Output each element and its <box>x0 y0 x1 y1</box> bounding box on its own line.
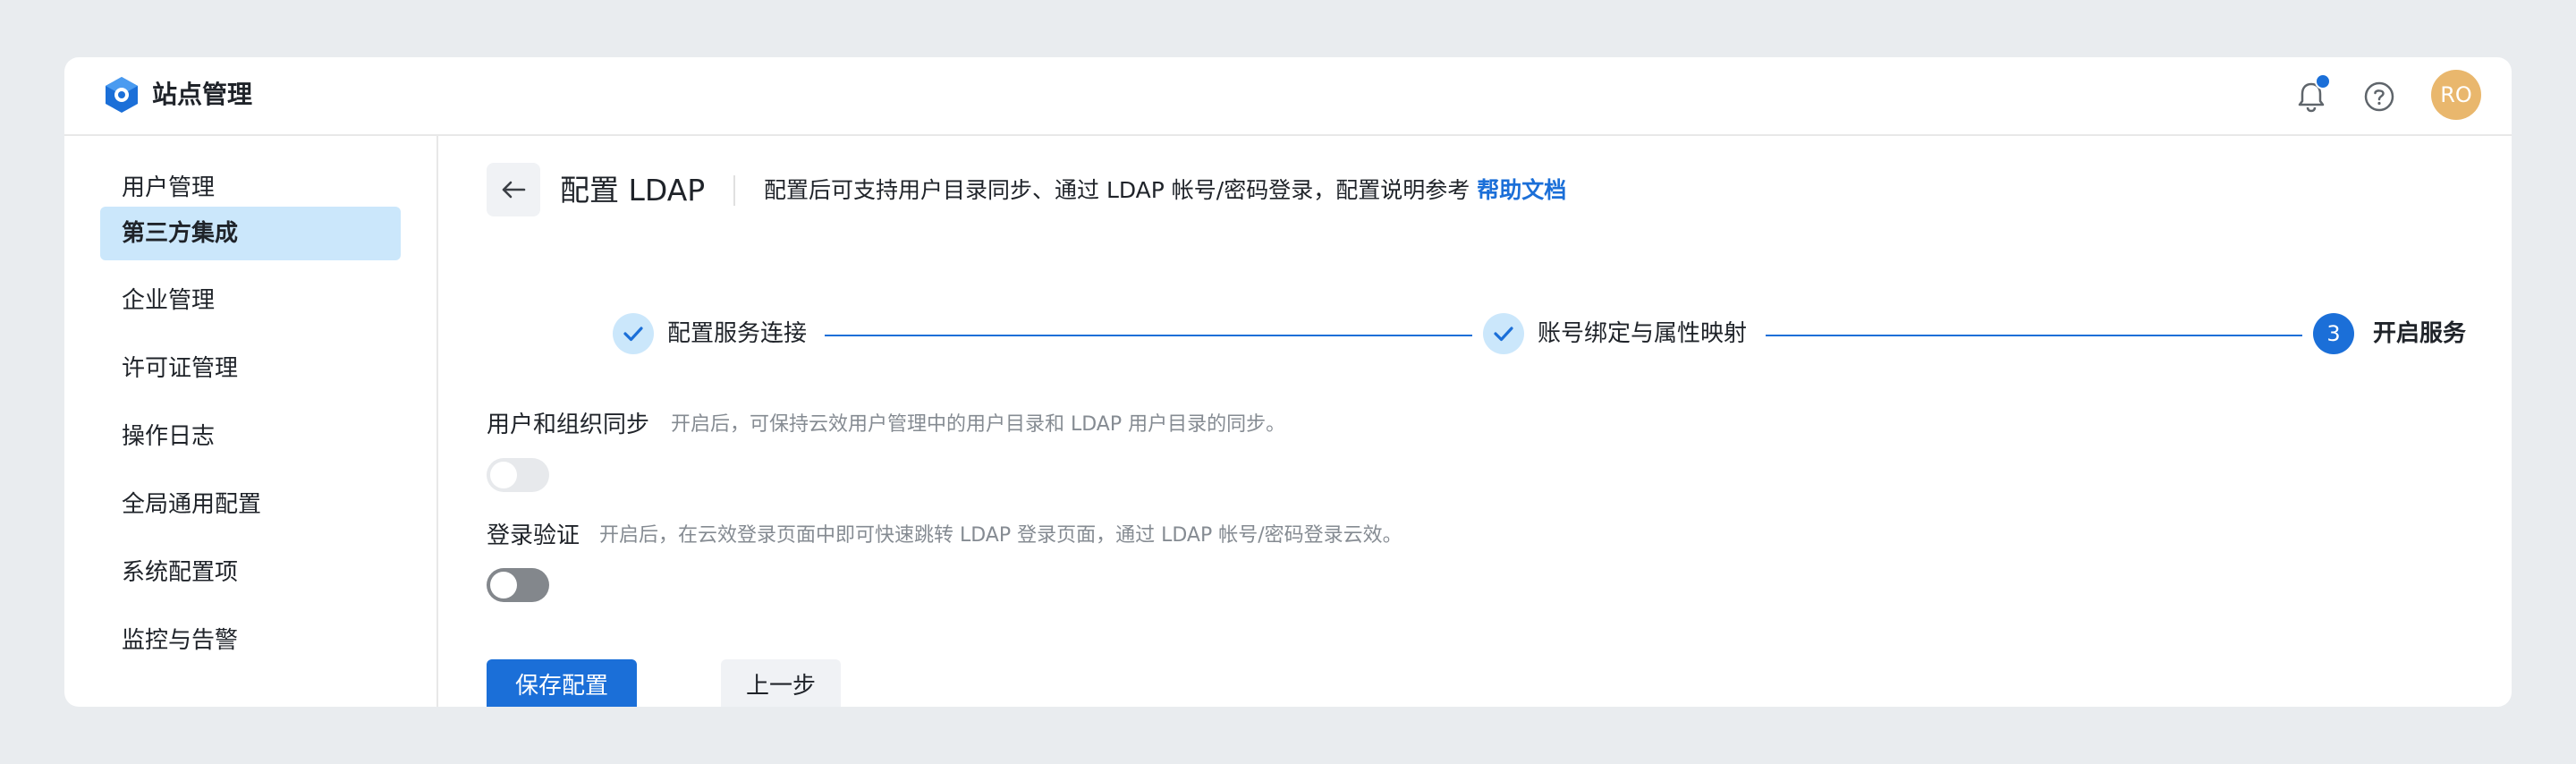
sync-section-description: 开启后，可保持云效用户管理中的用户目录和 LDAP 用户目录的同步。 <box>671 413 1286 436</box>
step-1-indicator <box>613 313 654 354</box>
sidebar-item-system-config[interactable]: 系统配置项 <box>100 546 401 599</box>
sidebar-item-third-party[interactable]: 第三方集成 <box>100 207 401 260</box>
prev-step-button[interactable]: 上一步 <box>721 659 841 707</box>
step-2-label: 账号绑定与属性映射 <box>1538 320 1748 347</box>
check-icon <box>1494 327 1513 342</box>
sidebar-item-enterprise[interactable]: 企业管理 <box>100 274 401 327</box>
sidebar-item-monitoring[interactable]: 监控与告警 <box>100 614 401 667</box>
check-icon <box>623 327 643 342</box>
step-connector-1 <box>825 335 1472 336</box>
sidebar: 用户管理 第三方集成 企业管理 许可证管理 操作日志 全局通用配置 系统配置项 … <box>64 136 438 707</box>
step-3-indicator: 3 <box>2313 313 2354 354</box>
page-description-text: 配置后可支持用户目录同步、通过 LDAP 帐号/密码登录，配置说明参考 <box>764 177 1470 203</box>
sidebar-item-license[interactable]: 许可证管理 <box>100 342 401 395</box>
page-title: 配置 LDAP <box>560 173 706 208</box>
arrow-left-icon <box>502 181 526 199</box>
question-circle-icon[interactable] <box>2360 78 2398 115</box>
sidebar-item-global-config[interactable]: 全局通用配置 <box>100 478 401 531</box>
login-toggle[interactable] <box>487 568 549 602</box>
app-title: 站点管理 <box>152 80 253 109</box>
sync-section-title: 用户和组织同步 <box>487 412 650 438</box>
login-section-title: 登录验证 <box>487 522 580 549</box>
step-1-label: 配置服务连接 <box>667 320 808 347</box>
main-card: 站点管理 RO 用户管理 第三方集成 企业管理 许可证管理 操作日志 全局通用配… <box>64 57 2512 707</box>
save-config-button[interactable]: 保存配置 <box>487 659 637 707</box>
back-button[interactable] <box>487 163 540 216</box>
hexagon-logo-icon[interactable] <box>102 75 141 115</box>
login-toggle-knob <box>490 572 517 598</box>
main-content: 配置 LDAP 配置后可支持用户目录同步、通过 LDAP 帐号/密码登录，配置说… <box>438 136 2512 707</box>
notification-dot <box>2315 73 2331 89</box>
step-connector-2 <box>1766 335 2302 336</box>
login-section-description: 开启后，在云效登录页面中即可快速跳转 LDAP 登录页面，通过 LDAP 帐号/… <box>599 524 1402 547</box>
top-header: 站点管理 RO <box>64 57 2512 136</box>
title-divider <box>733 175 735 206</box>
step-2-indicator <box>1483 313 1524 354</box>
page-description: 配置后可支持用户目录同步、通过 LDAP 帐号/密码登录，配置说明参考 帮助文档 <box>764 174 1566 208</box>
step-3-label: 开启服务 <box>2373 320 2467 347</box>
sync-toggle-knob <box>490 462 517 488</box>
avatar[interactable]: RO <box>2431 70 2481 120</box>
help-doc-link[interactable]: 帮助文档 <box>1477 177 1566 203</box>
sidebar-item-operation-log[interactable]: 操作日志 <box>100 410 401 463</box>
sync-toggle[interactable] <box>487 458 549 492</box>
